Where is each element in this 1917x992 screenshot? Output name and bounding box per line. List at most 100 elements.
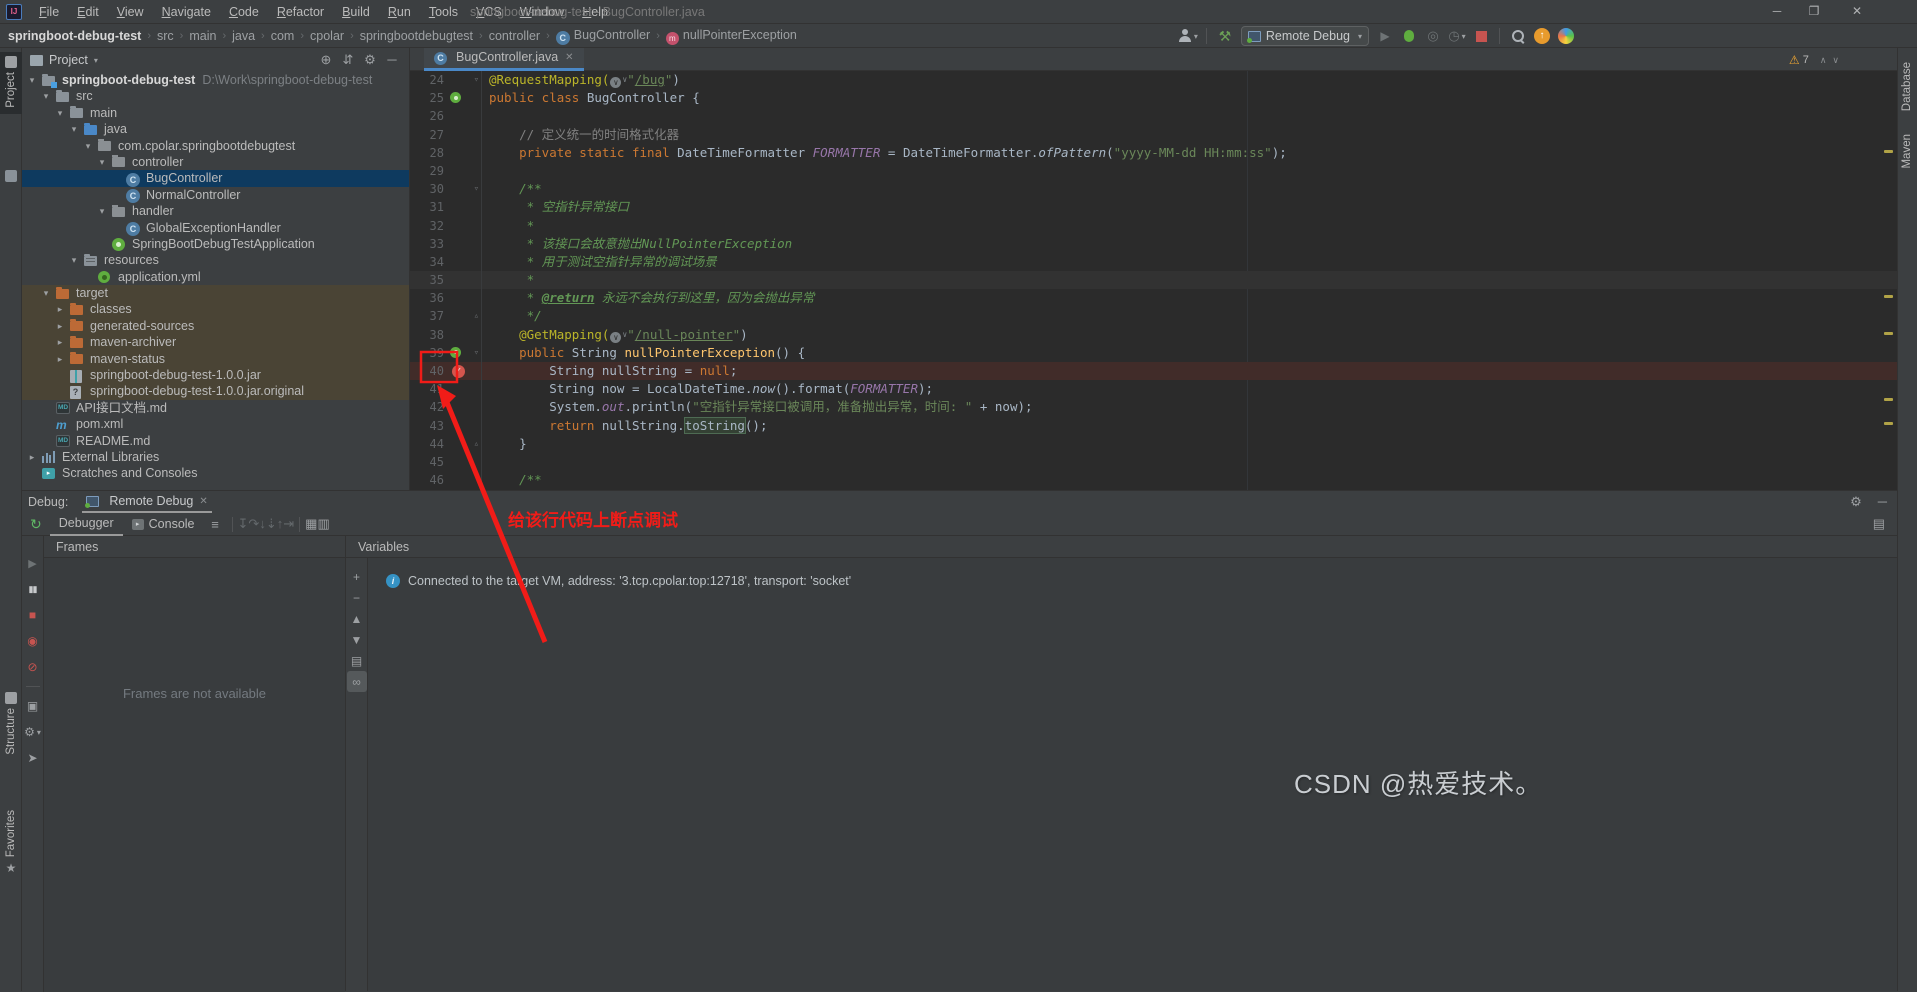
gutter[interactable] xyxy=(448,271,482,290)
tree-item-springboot-debug-test-1.0.0.jar[interactable]: springboot-debug-test-1.0.0.jar xyxy=(22,367,409,384)
move-up-icon[interactable]: ▲ xyxy=(347,608,367,629)
breadcrumb-controller[interactable]: controller xyxy=(489,29,540,43)
chevron-closed-icon[interactable]: ▸ xyxy=(54,301,66,317)
gutter[interactable] xyxy=(448,216,482,235)
tree-item-normalcontroller[interactable]: C NormalController xyxy=(22,187,409,204)
gutter[interactable] xyxy=(448,380,482,399)
tree-item-globalexceptionhandler[interactable]: C GlobalExceptionHandler xyxy=(22,220,409,237)
run-to-cursor-icon[interactable]: ⇥ xyxy=(283,516,294,531)
chevron-closed-icon[interactable]: ▸ xyxy=(54,351,66,367)
close-tab-icon[interactable]: ✕ xyxy=(565,52,573,63)
menu-file[interactable]: File xyxy=(30,0,68,24)
evaluate-expression-icon[interactable]: ▦ xyxy=(305,516,317,531)
tree-item-src[interactable]: ▾ src xyxy=(22,88,409,104)
search-everywhere-button[interactable] xyxy=(1507,26,1529,46)
menu-tools[interactable]: Tools xyxy=(420,0,467,24)
menu-run[interactable]: Run xyxy=(379,0,420,24)
chevron-open-icon[interactable]: ▾ xyxy=(96,203,108,219)
ide-features-button[interactable] xyxy=(1555,26,1577,46)
code-area[interactable]: 24 ▿ @RequestMapping(∨ ∨"/bug") 25 public cla… xyxy=(410,71,1897,490)
close-session-icon[interactable]: ✕ xyxy=(199,496,207,507)
tool-stripe-database[interactable]: Database xyxy=(1897,58,1917,111)
move-down-icon[interactable]: ▼ xyxy=(347,629,367,650)
close-button[interactable]: ✕ xyxy=(1840,0,1874,24)
stop-button[interactable] xyxy=(1470,26,1492,46)
breadcrumb-nullpointerexception[interactable]: m nullPointerException xyxy=(665,28,797,45)
fold-open-icon[interactable]: ▿ xyxy=(474,344,479,362)
coverage-button[interactable]: ◎ xyxy=(1422,26,1444,46)
pause-icon[interactable]: ▮▮ xyxy=(22,576,43,602)
gutter[interactable] xyxy=(448,143,482,162)
tool-stripe-bookmarks[interactable] xyxy=(0,166,22,182)
rerun-icon[interactable]: ↻ xyxy=(30,516,42,533)
tree-item-scratchesandconsoles[interactable]: ▸ Scratches and Consoles xyxy=(22,465,409,481)
tree-item-application.yml[interactable]: application.yml xyxy=(22,269,409,285)
stop-icon[interactable]: ■ xyxy=(22,602,43,628)
minimize-button[interactable]: ─ xyxy=(1760,0,1794,24)
tool-stripe-structure[interactable]: Structure xyxy=(0,688,22,755)
breadcrumb-cpolar[interactable]: cpolar xyxy=(310,29,344,43)
gutter[interactable]: ▵ xyxy=(448,434,482,453)
tree-item-maven-status[interactable]: ▸ maven-status xyxy=(22,350,409,368)
duplicate-icon[interactable]: ▤ xyxy=(347,650,367,671)
gutter[interactable] xyxy=(448,452,482,472)
build-button[interactable]: ⚒ xyxy=(1214,26,1236,46)
next-problem-icon[interactable]: ∨ xyxy=(1832,55,1839,66)
gutter[interactable] xyxy=(448,252,482,272)
debug-button[interactable] xyxy=(1398,26,1420,46)
force-step-into-icon[interactable]: ⇣ xyxy=(266,516,277,531)
gutter[interactable]: ✓ xyxy=(448,362,482,381)
tool-stripe-maven[interactable]: Maven xyxy=(1897,130,1917,169)
tree-item-maven-archiver[interactable]: ▸ maven-archiver xyxy=(22,334,409,351)
breadcrumb-java[interactable]: java xyxy=(232,29,255,43)
breadcrumb-springbootdebugtest[interactable]: springbootdebugtest xyxy=(360,29,473,43)
locate-file-icon[interactable]: ⊕ xyxy=(315,52,337,68)
gutter[interactable] xyxy=(448,416,482,435)
hide-debug-panel-icon[interactable]: ─ xyxy=(1878,494,1887,510)
add-watch-icon[interactable]: + xyxy=(347,566,367,587)
tree-item-springbootdebugtestapplication[interactable]: SpringBootDebugTestApplication xyxy=(22,236,409,252)
tree-item-generated-sources[interactable]: ▸ generated-sources xyxy=(22,317,409,335)
fold-open-icon[interactable]: ▿ xyxy=(474,180,479,198)
chevron-open-icon[interactable]: ▾ xyxy=(26,72,38,88)
profiler-button[interactable]: ◷ ▾ xyxy=(1446,26,1468,46)
more-options-icon[interactable]: ≡ xyxy=(204,517,227,532)
menu-build[interactable]: Build xyxy=(333,0,379,24)
collapse-all-icon[interactable]: ⇵ xyxy=(337,52,359,68)
gutter[interactable] xyxy=(448,198,482,217)
breadcrumb-com[interactable]: com xyxy=(271,29,295,43)
gutter[interactable] xyxy=(448,89,482,108)
tree-item-classes[interactable]: ▸ classes xyxy=(22,301,409,318)
run-button[interactable]: ▶ xyxy=(1374,26,1396,46)
request-mapping-icon[interactable]: ∨ xyxy=(610,77,622,88)
show-execution-point-icon[interactable]: ↧ xyxy=(238,516,249,531)
chevron-closed-icon[interactable]: ▸ xyxy=(54,318,66,334)
tree-item-resources[interactable]: ▾ resources xyxy=(22,252,409,268)
gutter[interactable]: ▿ xyxy=(448,71,482,90)
tree-item-pom.xml[interactable]: m pom.xml xyxy=(22,416,409,432)
step-over-icon[interactable]: ↷ xyxy=(248,516,259,531)
thread-dump-icon[interactable]: ▣ xyxy=(22,693,43,719)
gutter[interactable]: ▵ xyxy=(448,307,482,326)
fold-close-icon[interactable]: ▵ xyxy=(474,307,479,325)
debug-tab-console[interactable]: ▸ Console xyxy=(123,513,204,536)
layout-icon[interactable]: ▥ xyxy=(317,516,329,531)
chevron-closed-icon[interactable]: ▸ xyxy=(54,334,66,350)
breadcrumb-src[interactable]: src xyxy=(157,29,174,43)
breadcrumb-main[interactable]: main xyxy=(189,29,216,43)
tree-item-bugcontroller[interactable]: C BugController xyxy=(22,170,409,187)
update-button[interactable]: ↑ xyxy=(1531,26,1553,46)
debug-session-tab[interactable]: Remote Debug ✕ xyxy=(82,491,212,513)
tree-item-main[interactable]: ▾ main xyxy=(22,105,409,121)
chevron-open-icon[interactable]: ▾ xyxy=(40,285,52,301)
request-mapping-icon[interactable]: ∨ xyxy=(610,331,622,343)
tree-item-java[interactable]: ▾ java xyxy=(22,121,409,137)
gutter[interactable] xyxy=(448,107,482,126)
run-configuration-select[interactable]: Remote Debug ▾ xyxy=(1240,26,1369,46)
tree-item-springboot-debug-test[interactable]: ▾ springboot-debug-test D:\Work\springboot… xyxy=(22,72,409,88)
tree-item-controller[interactable]: ▾ controller xyxy=(22,154,409,170)
watches-icon[interactable]: ∞ xyxy=(346,671,367,692)
hide-panel-icon[interactable]: ─ xyxy=(381,52,403,68)
chevron-open-icon[interactable]: ▾ xyxy=(54,105,66,121)
fold-close-icon[interactable]: ▵ xyxy=(474,435,479,453)
